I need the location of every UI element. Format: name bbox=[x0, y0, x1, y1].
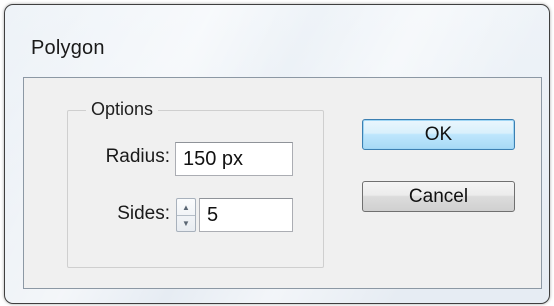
radius-label: Radius: bbox=[105, 146, 170, 167]
cancel-button[interactable]: Cancel bbox=[362, 181, 515, 212]
dialog-title: Polygon bbox=[31, 37, 105, 59]
spin-down-arrow-icon[interactable]: ▼ bbox=[177, 215, 195, 231]
options-group: Options Radius: Sides: ▲ ▼ bbox=[67, 99, 324, 268]
ok-button[interactable]: OK bbox=[362, 119, 515, 150]
sides-label: Sides: bbox=[117, 203, 170, 224]
spin-up-arrow-icon[interactable]: ▲ bbox=[177, 199, 195, 216]
dialog-client-area: Options Radius: Sides: ▲ ▼ OK Cancel bbox=[23, 77, 542, 289]
polygon-dialog: Polygon Options Radius: Sides: ▲ ▼ OK Ca… bbox=[4, 4, 550, 304]
options-legend: Options bbox=[86, 99, 159, 120]
sides-input[interactable] bbox=[199, 198, 293, 232]
sides-spinner[interactable]: ▲ ▼ bbox=[176, 198, 196, 232]
radius-input[interactable] bbox=[175, 142, 293, 176]
